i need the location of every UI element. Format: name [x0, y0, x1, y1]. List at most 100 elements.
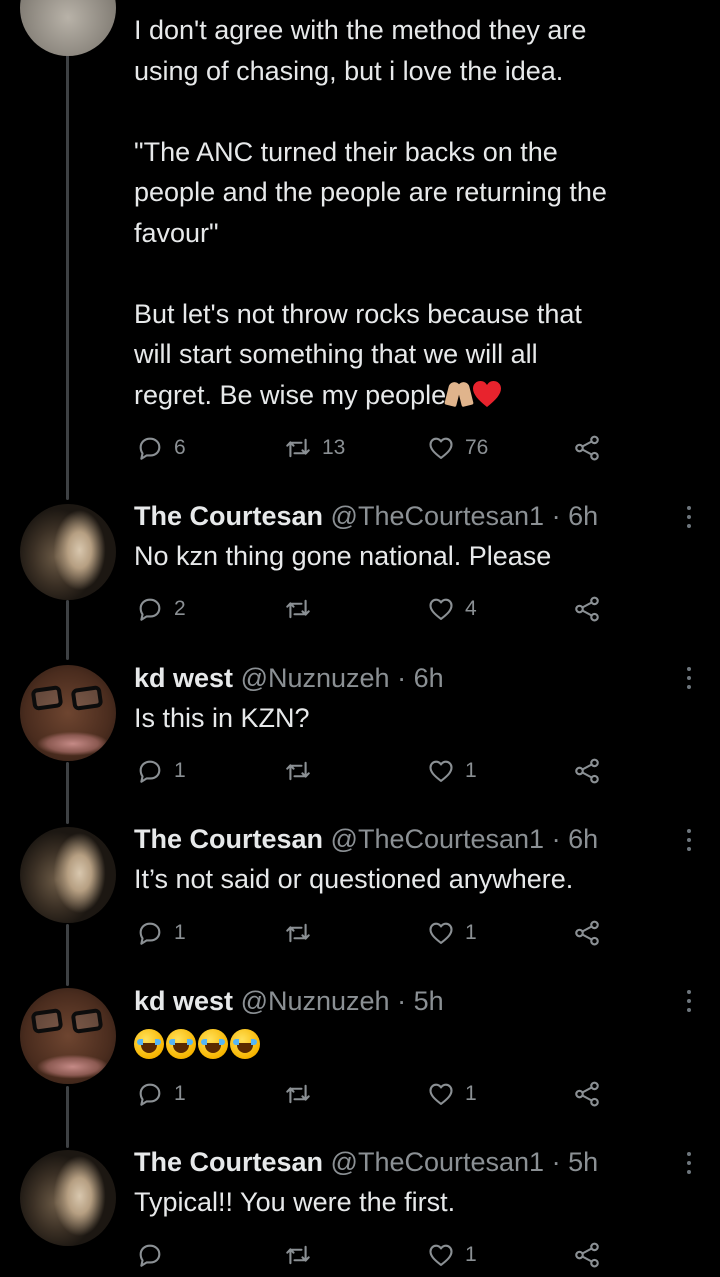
user-handle[interactable]: @Nuznuzeh	[241, 986, 390, 1016]
avatar[interactable]	[20, 988, 116, 1084]
red-heart-emoji	[473, 380, 502, 407]
avatar[interactable]	[20, 665, 116, 761]
share-button[interactable]	[572, 594, 602, 624]
share-icon	[575, 1081, 599, 1107]
retweet-count: 13	[322, 436, 346, 459]
reply-text: Is this in KZN?	[134, 703, 310, 733]
like-icon	[429, 1244, 453, 1266]
like-icon	[429, 437, 453, 459]
retweet-button[interactable]	[284, 918, 322, 948]
glasses-graphic	[30, 1008, 108, 1038]
user-handle[interactable]: @TheCourtesan1	[331, 501, 545, 531]
more-options-icon[interactable]	[684, 829, 694, 855]
avatar[interactable]	[20, 827, 116, 923]
timestamp[interactable]: 5h	[568, 1147, 598, 1177]
share-icon	[575, 758, 599, 784]
more-options-icon[interactable]	[684, 667, 694, 693]
like-button[interactable]: 1	[427, 1079, 477, 1109]
reply-button[interactable]: 1	[136, 918, 186, 948]
reply-button[interactable]	[136, 1240, 174, 1270]
display-name[interactable]: The Courtesan	[134, 501, 323, 531]
timestamp[interactable]: 5h	[414, 986, 444, 1016]
user-handle[interactable]: @TheCourtesan1	[331, 1147, 545, 1177]
share-button[interactable]	[572, 433, 602, 463]
thread-line	[66, 600, 69, 660]
separator: ·	[551, 824, 561, 854]
avatar[interactable]	[20, 504, 116, 600]
share-button[interactable]	[572, 756, 602, 786]
like-count: 1	[465, 759, 477, 782]
retweet-button[interactable]: 13	[284, 433, 345, 463]
share-button[interactable]	[572, 918, 602, 948]
reply-header: kd west @Nuznuzeh · 5h	[134, 983, 676, 1019]
display-name[interactable]: The Courtesan	[134, 1147, 323, 1177]
reply: The Courtesan @TheCourtesan1 · 6h It’s n…	[134, 821, 676, 899]
like-button[interactable]: 1	[427, 918, 477, 948]
retweet-button[interactable]	[284, 756, 322, 786]
reply-count: 1	[174, 1082, 186, 1105]
share-icon	[575, 1242, 599, 1268]
display-name[interactable]: The Courtesan	[134, 824, 323, 854]
like-icon	[429, 598, 453, 620]
separator: ·	[397, 986, 407, 1016]
reply-count: 6	[174, 436, 186, 459]
user-handle[interactable]: @TheCourtesan1	[331, 824, 545, 854]
reply-button[interactable]: 2	[136, 594, 186, 624]
retweet-icon	[286, 923, 310, 943]
share-button[interactable]	[572, 1079, 602, 1109]
reply-icon	[139, 437, 161, 460]
thread-line	[66, 0, 69, 500]
like-button[interactable]: 4	[427, 594, 477, 624]
share-button[interactable]	[572, 1240, 602, 1270]
reply-button[interactable]: 6	[136, 433, 186, 463]
retweet-icon	[286, 1245, 310, 1265]
reply-header: The Courtesan @TheCourtesan1 · 5h	[134, 1144, 676, 1180]
folded-hands-emoji	[446, 380, 472, 408]
timestamp[interactable]: 6h	[568, 824, 598, 854]
separator: ·	[397, 663, 407, 693]
avatar[interactable]	[20, 0, 116, 56]
like-count: 4	[465, 597, 477, 620]
retweet-icon	[286, 761, 310, 781]
glasses-graphic	[30, 685, 108, 715]
reply-text	[134, 1021, 676, 1065]
user-handle[interactable]: @Nuznuzeh	[241, 663, 390, 693]
like-button[interactable]: 1	[427, 756, 477, 786]
share-icon	[575, 920, 599, 946]
like-icon	[429, 760, 453, 782]
like-button[interactable]: 1	[427, 1240, 477, 1270]
more-options-icon[interactable]	[684, 990, 694, 1016]
timestamp[interactable]: 6h	[414, 663, 444, 693]
reply: The Courtesan @TheCourtesan1 · 6h No kzn…	[134, 498, 676, 576]
reply-button[interactable]: 1	[136, 756, 186, 786]
tears-of-joy-emoji	[166, 1029, 196, 1059]
avatar[interactable]	[20, 1150, 116, 1246]
more-options-icon[interactable]	[684, 506, 694, 532]
reply-header: The Courtesan @TheCourtesan1 · 6h	[134, 821, 676, 857]
like-button[interactable]: 76	[427, 433, 488, 463]
thread-line	[66, 762, 69, 824]
reply-header: The Courtesan @TheCourtesan1 · 6h	[134, 498, 676, 534]
display-name[interactable]: kd west	[134, 663, 233, 693]
reply-text: No kzn thing gone national. Please	[134, 541, 552, 571]
retweet-button[interactable]	[284, 594, 322, 624]
reply-count: 2	[174, 597, 186, 620]
retweet-button[interactable]	[284, 1240, 322, 1270]
tears-of-joy-emoji	[230, 1029, 260, 1059]
separator: ·	[551, 1147, 561, 1177]
retweet-icon	[286, 438, 310, 458]
reply-button[interactable]: 1	[136, 1079, 186, 1109]
more-options-icon[interactable]	[684, 1152, 694, 1178]
tweet-actions: 1	[134, 1240, 614, 1270]
tweet-actions: 1 1	[134, 918, 614, 948]
tweet-actions: 2 4	[134, 594, 614, 624]
tears-of-joy-emoji	[198, 1029, 228, 1059]
retweet-button[interactable]	[284, 1079, 322, 1109]
tweet-actions: 6 13 76	[134, 433, 614, 463]
reply-count: 1	[174, 759, 186, 782]
tweet-actions: 1 1	[134, 756, 614, 786]
timestamp[interactable]: 6h	[568, 501, 598, 531]
display-name[interactable]: kd west	[134, 986, 233, 1016]
reply-text: It’s not said or questioned anywhere.	[134, 864, 574, 894]
reply-text: Typical!! You were the first.	[134, 1187, 456, 1217]
